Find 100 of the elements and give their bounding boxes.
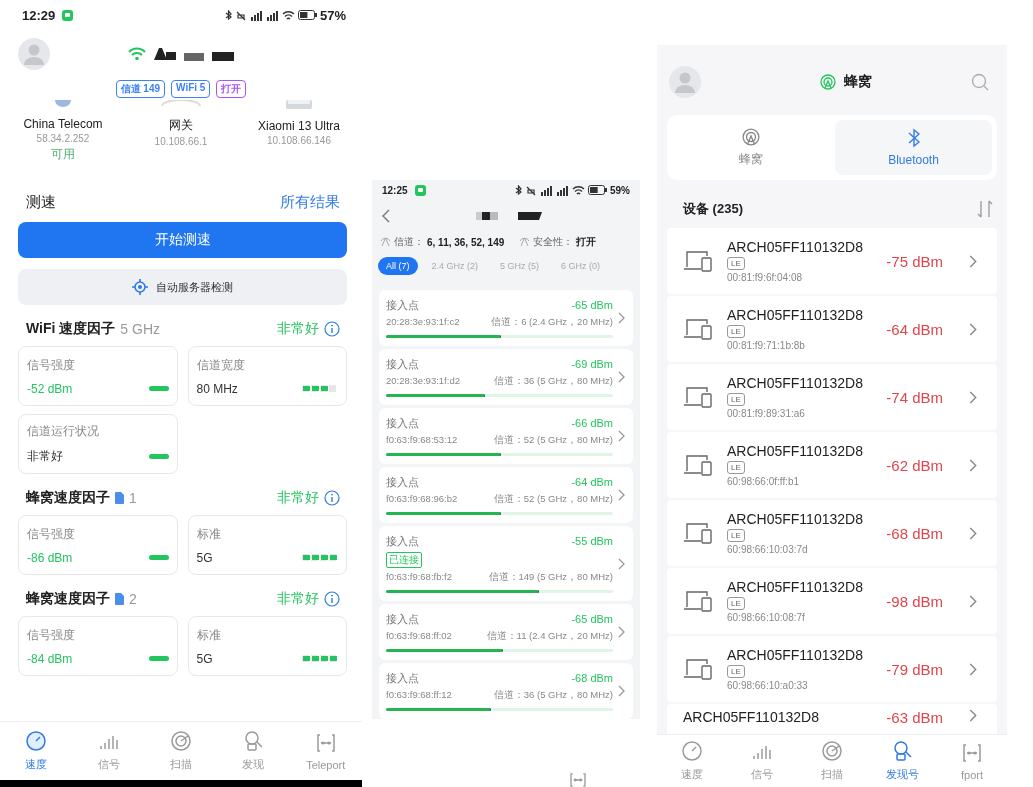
access-point-row[interactable]: 接入点 -55 dBm 已连接 f0:63:f9:68:fb:f2 信道：149 (5 GHz，80 MHz) [379,526,633,601]
nav-tab[interactable]: 信号 [732,739,792,783]
radar-icon [821,740,843,762]
bluetooth-icon [224,9,232,21]
nav-tab[interactable]: 扫描 [150,729,211,773]
back-icon[interactable] [382,209,390,223]
mac-address: 00:81:f9:89:31:a6 [727,408,806,419]
device-row[interactable]: ARCH05FF110132D8 LE 60:98:66:10:03:7d -68 dBm [667,500,997,566]
device-row[interactable]: ARCH05FF110132D8 LE 00:81:f9:89:31:a6 -74 dBm [667,364,997,430]
device-row[interactable]: ARCH05FF110132D8 LE 60:98:66:10:a0:33 -79 dBm [667,636,997,702]
device-row[interactable]: ARCH05FF110132D8 LE 60:98:66:10:08:7f -98 dBm [667,568,997,634]
sort-icon[interactable] [977,199,993,219]
metric-label: 信道运行状况 [27,423,100,440]
device-type-tag: LE [727,325,745,338]
nav-tab[interactable]: 信号 [78,729,139,773]
chevron-right-icon [618,557,625,570]
access-point-row[interactable]: 接入点 -65 dBm f0:63:f9:68:ff:02 信道：11 (2.4 GHz，20 MHz) [379,604,633,660]
signal-icon [265,9,279,21]
section-title: WiFi 速度因子 [26,320,116,338]
nav-tab[interactable]: 发现 [223,729,284,773]
metric-value: -52 dBm [27,381,73,396]
mac-address: 60:98:66:10:03:7d [727,544,809,555]
signal-icon [556,184,569,196]
rating-label: 非常好 [277,320,319,338]
device-name: ARCH05FF110132D8 [727,375,864,391]
chevron-right-icon [618,371,625,383]
metric-label: 信号强度 [27,626,76,644]
nav-tab[interactable]: Teleport [295,730,356,772]
mac-address: 20:28:3e:93:1f:d2 [386,375,460,386]
channel-info: 信道：52 (5 GHz，80 MHz) [493,493,613,506]
metric-label: 信道宽度 [196,356,246,374]
filter-chip[interactable]: All (7) [378,257,418,275]
device-type-tag: LE [727,393,745,406]
section-title: 蜂窝速度因子 [26,590,110,608]
server-detect-button[interactable]: 自动服务器检测 [18,269,347,305]
info-icon[interactable] [324,591,340,607]
info-icon[interactable] [324,490,340,506]
info-icon[interactable] [324,321,340,337]
wifi-icon [128,47,146,61]
tab[interactable]: Bluetooth [835,120,992,175]
device-type-tag: LE [727,597,745,610]
signal-value: -65 dBm [571,299,613,311]
start-test-button[interactable]: 开始测速 [18,222,347,258]
signal-value: -64 dBm [886,320,943,338]
vibrate-icon [525,184,537,196]
info-value: 6, 11, 36, 52, 149 [427,236,505,248]
access-point-row[interactable]: 接入点 -64 dBm f0:63:f9:68:96:b2 信道：52 (5 GHz，80 MHz) [379,467,633,523]
mac-address: 60:98:66:10:a0:33 [727,680,809,691]
device-name: ARCH05FF110132D8 [683,709,820,725]
app-notification-icon [62,9,74,21]
node-address: 10.108.66.146 [267,135,331,146]
signal-value: -63 dBm [886,709,943,726]
access-point-row[interactable]: 接入点 -66 dBm f0:63:f9:68:53:12 信道：52 (5 GHz，80 MHz) [379,408,633,464]
chevron-right-icon [969,709,977,722]
device-type-tag: LE [727,529,745,542]
signal-value: -79 dBm [886,660,943,678]
device-name: ARCH05FF110132D8 [727,511,864,527]
nav-tab[interactable]: 扫描 [802,739,862,783]
nav-tab[interactable]: 速度 [662,739,722,783]
chevron-right-icon [618,312,625,324]
search-icon[interactable] [971,73,989,91]
access-point-row[interactable]: 接入点 -65 dBm 20:28:3e:93:1f:c2 信道：6 (2.4 GHz，20 MHz) [379,290,633,346]
nav-tab[interactable]: 发现号 [872,739,932,783]
nav-tab[interactable]: 速度 [6,729,67,773]
device-row[interactable]: ARCH05FF110132D8 LE 00:81:f9:6f:04:08 -75 dBm [667,228,997,294]
battery-icon [588,185,607,195]
tab[interactable]: 蜂窝 [672,120,829,175]
devices-icon [683,453,715,477]
signal-value: -66 dBm [571,417,613,429]
devices-icon [683,521,715,545]
battery-icon [297,10,317,20]
antenna-icon [380,237,391,247]
access-point-row[interactable]: 接入点 -68 dBm f0:63:f9:68:ff:12 信道：36 (5 GHz，80 MHz) [379,663,633,719]
section-title: 设备 (235) [683,200,743,218]
info-value: 打开 [576,235,597,249]
device-name: ARCH05FF110132D8 [727,239,864,255]
status-bar [148,555,169,560]
tag: 信道 149 [115,80,166,98]
gauge-icon [25,730,48,752]
access-point-row[interactable]: 接入点 -69 dBm 20:28:3e:93:1f:d2 信道：36 (5 GHz，80 MHz) [379,349,633,405]
gauge-icon [681,740,703,762]
device-row[interactable]: ARCH05FF110132D8 LE 60:98:66:0f:ff:b1 -62 dBm [667,432,997,498]
metric-value: -84 dBm [27,651,73,666]
vibrate-icon [234,9,247,21]
channel-info: 信道：36 (5 GHz，80 MHz) [493,689,613,702]
device-type-tag: LE [727,461,745,474]
metric-label: 信号强度 [27,525,76,543]
mac-address: 00:81:f9:6f:04:08 [727,272,804,283]
mac-address: f0:63:f9:68:53:12 [386,434,458,445]
tag: 打开 [216,80,247,98]
rating-label: 非常好 [277,590,319,608]
node-address: 58.34.2.252 [36,133,90,144]
device-row[interactable]: ARCH05FF110132D8 -63 dBm [667,704,997,734]
channel-info: 信道：36 (5 GHz，80 MHz) [493,375,613,388]
chevron-right-icon [969,594,977,608]
channel-info: 信道：52 (5 GHz，80 MHz) [493,434,613,447]
metric-value: -86 dBm [27,550,73,565]
all-results-link[interactable]: 所有结果 [280,193,340,212]
device-row[interactable]: ARCH05FF110132D8 LE 00:81:f9:71:1b:8b -64 dBm [667,296,997,362]
nav-tab[interactable]: fport [942,740,1002,782]
